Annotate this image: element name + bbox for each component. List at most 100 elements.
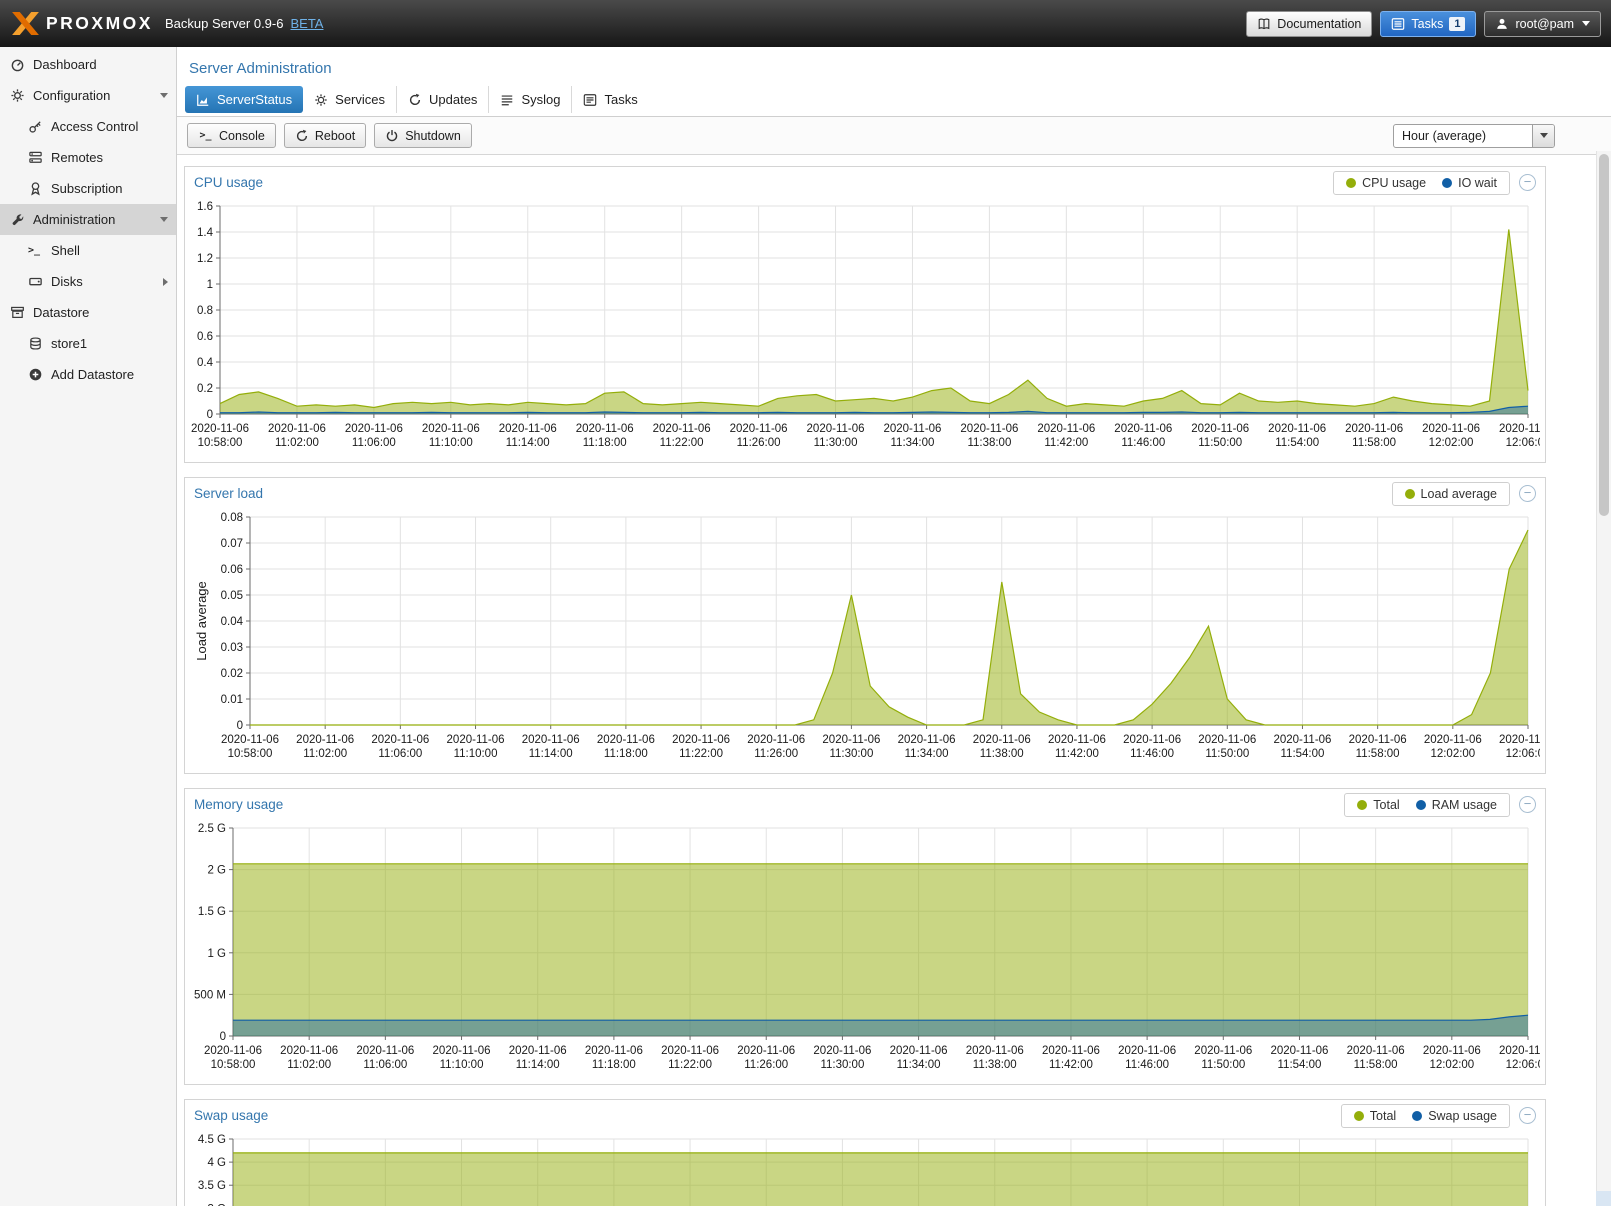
legend-label: Total bbox=[1373, 798, 1399, 812]
tab-serverstatus[interactable]: ServerStatus bbox=[185, 86, 303, 113]
sidebar-item-dashboard[interactable]: Dashboard bbox=[0, 49, 176, 80]
beta-link[interactable]: BETA bbox=[290, 16, 323, 31]
legend-item[interactable]: IO wait bbox=[1442, 176, 1497, 190]
sidebar-item-label: Subscription bbox=[51, 181, 123, 196]
svg-text:2020-11-06: 2020-11-06 bbox=[597, 734, 655, 746]
documentation-button[interactable]: Documentation bbox=[1246, 11, 1372, 37]
svg-text:11:42:00: 11:42:00 bbox=[1055, 748, 1099, 760]
tab-tasks[interactable]: Tasks bbox=[571, 86, 648, 113]
svg-text:0: 0 bbox=[207, 409, 213, 421]
svg-text:11:26:00: 11:26:00 bbox=[754, 748, 798, 760]
panel-header: CPU usage CPU usage IO wait − bbox=[185, 167, 1545, 198]
legend-item[interactable]: Total bbox=[1357, 798, 1399, 812]
page-title: Server Administration bbox=[189, 60, 1611, 77]
sidebar-item-label: Administration bbox=[33, 212, 115, 227]
area-chart-icon bbox=[196, 93, 210, 107]
svg-text:2020-11-06: 2020-11-06 bbox=[960, 423, 1018, 435]
svg-text:2020-11-06: 2020-11-06 bbox=[898, 734, 956, 746]
tab-services[interactable]: Services bbox=[303, 86, 396, 113]
console-button[interactable]: >_ Console bbox=[187, 123, 276, 148]
svg-text:2020-11-06: 2020-11-06 bbox=[447, 734, 505, 746]
sidebar-item-disks[interactable]: Disks bbox=[0, 266, 176, 297]
svg-text:2020-11-06: 2020-11-06 bbox=[371, 734, 429, 746]
disk-drive-icon bbox=[28, 274, 43, 289]
svg-text:11:50:00: 11:50:00 bbox=[1205, 748, 1249, 760]
legend-dot-green bbox=[1405, 489, 1415, 499]
svg-text:1.5 G: 1.5 G bbox=[198, 906, 226, 918]
sidebar-item-configuration[interactable]: Configuration bbox=[0, 80, 176, 111]
svg-text:11:22:00: 11:22:00 bbox=[660, 437, 704, 449]
sidebar-item-store1[interactable]: store1 bbox=[0, 328, 176, 359]
task-list-icon bbox=[1391, 17, 1405, 31]
reboot-button[interactable]: Reboot bbox=[284, 123, 366, 148]
svg-text:11:10:00: 11:10:00 bbox=[429, 437, 473, 449]
vertical-scrollbar[interactable] bbox=[1596, 151, 1611, 1206]
svg-text:2020-11-06: 2020-11-06 bbox=[973, 734, 1031, 746]
svg-text:0.4: 0.4 bbox=[197, 357, 214, 369]
legend-item[interactable]: CPU usage bbox=[1346, 176, 1426, 190]
chevron-down-icon[interactable] bbox=[160, 217, 168, 222]
svg-text:11:22:00: 11:22:00 bbox=[668, 1059, 712, 1071]
legend-label: RAM usage bbox=[1432, 798, 1497, 812]
documentation-label: Documentation bbox=[1277, 17, 1361, 31]
svg-text:11:14:00: 11:14:00 bbox=[506, 437, 550, 449]
sidebar-item-label: Remotes bbox=[51, 150, 103, 165]
svg-text:2020-11-06: 2020-11-06 bbox=[433, 1045, 491, 1057]
svg-text:11:54:00: 11:54:00 bbox=[1275, 437, 1319, 449]
user-label: root@pam bbox=[1515, 17, 1574, 31]
scrollbar-thumb[interactable] bbox=[1599, 154, 1609, 516]
svg-text:2020-11-06: 2020-11-06 bbox=[1198, 734, 1256, 746]
svg-text:0.6: 0.6 bbox=[197, 331, 213, 343]
svg-text:0.05: 0.05 bbox=[221, 590, 243, 602]
svg-text:12:02:00: 12:02:00 bbox=[1430, 748, 1475, 760]
ribbon-icon bbox=[28, 181, 43, 196]
svg-text:4.5 G: 4.5 G bbox=[198, 1134, 226, 1146]
panel-collapse-button[interactable]: − bbox=[1519, 1107, 1536, 1124]
panel-collapse-button[interactable]: − bbox=[1519, 485, 1536, 502]
gear-icon bbox=[10, 88, 25, 103]
scrollbar-corner bbox=[1596, 1191, 1611, 1206]
legend-item[interactable]: Swap usage bbox=[1412, 1109, 1497, 1123]
tasks-button[interactable]: Tasks 1 bbox=[1380, 11, 1476, 37]
combo-trigger-button[interactable] bbox=[1532, 125, 1554, 147]
tab-updates[interactable]: Updates bbox=[396, 86, 488, 113]
sidebar-item-datastore[interactable]: Datastore bbox=[0, 297, 176, 328]
svg-text:2020-11-06: 2020-11-06 bbox=[204, 1045, 262, 1057]
legend-item[interactable]: Load average bbox=[1405, 487, 1497, 501]
panel-title: Server load bbox=[194, 486, 263, 501]
panel-collapse-button[interactable]: − bbox=[1519, 796, 1536, 813]
panel-header: Server load Load average − bbox=[185, 478, 1545, 509]
sidebar-item-add-datastore[interactable]: Add Datastore bbox=[0, 359, 176, 390]
legend-item[interactable]: RAM usage bbox=[1416, 798, 1497, 812]
sidebar-item-administration[interactable]: Administration bbox=[0, 204, 176, 235]
svg-text:2020-11-06: 2020-11-06 bbox=[1499, 1045, 1540, 1057]
chevron-down-icon bbox=[1582, 21, 1590, 26]
legend-item[interactable]: Total bbox=[1354, 1109, 1396, 1123]
chevron-right-icon[interactable] bbox=[163, 278, 168, 286]
terminal-icon: >_ bbox=[198, 130, 213, 141]
sidebar-item-shell[interactable]: >_ Shell bbox=[0, 235, 176, 266]
panel-body: 0500 M1 G1.5 G2 G2.5 G2020-11-0610:58:00… bbox=[185, 820, 1545, 1084]
svg-text:1: 1 bbox=[207, 279, 213, 291]
sidebar-item-label: store1 bbox=[51, 336, 87, 351]
brand-text: PROXMOX bbox=[46, 13, 153, 34]
svg-text:0.2: 0.2 bbox=[197, 383, 213, 395]
tab-syslog[interactable]: Syslog bbox=[488, 86, 571, 113]
panel-collapse-button[interactable]: − bbox=[1519, 174, 1536, 191]
app-header: PROXMOX Backup Server 0.9-6 BETA Documen… bbox=[0, 0, 1611, 47]
chevron-down-icon[interactable] bbox=[160, 93, 168, 98]
svg-text:11:34:00: 11:34:00 bbox=[905, 748, 949, 760]
user-menu-button[interactable]: root@pam bbox=[1484, 11, 1601, 37]
sidebar-item-access-control[interactable]: Access Control bbox=[0, 111, 176, 142]
svg-text:2020-11-06: 2020-11-06 bbox=[1349, 734, 1407, 746]
svg-text:2020-11-06: 2020-11-06 bbox=[737, 1045, 795, 1057]
sidebar-item-subscription[interactable]: Subscription bbox=[0, 173, 176, 204]
svg-text:11:58:00: 11:58:00 bbox=[1356, 748, 1400, 760]
svg-text:11:54:00: 11:54:00 bbox=[1281, 748, 1325, 760]
svg-text:2020-11-06: 2020-11-06 bbox=[1273, 734, 1331, 746]
cpu-usage-chart: 00.20.40.60.811.21.41.62020-11-0610:58:0… bbox=[190, 200, 1540, 458]
svg-text:0.02: 0.02 bbox=[221, 668, 243, 680]
timeframe-select[interactable]: Hour (average) bbox=[1393, 124, 1555, 148]
sidebar-item-remotes[interactable]: Remotes bbox=[0, 142, 176, 173]
shutdown-button[interactable]: Shutdown bbox=[374, 123, 472, 148]
